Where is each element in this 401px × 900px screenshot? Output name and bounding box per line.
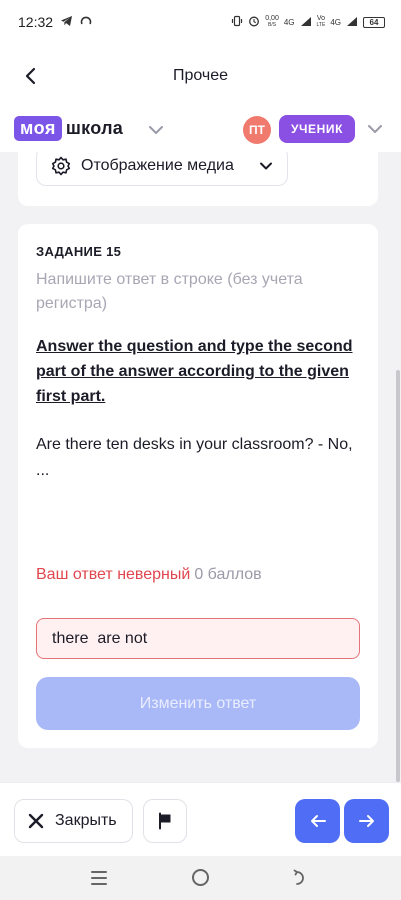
system-navigation-bar xyxy=(0,856,401,900)
gear-icon xyxy=(51,156,71,176)
media-card: Отображение медиа xyxy=(18,152,378,206)
loading-arc-icon xyxy=(80,14,92,30)
back-button[interactable] xyxy=(18,64,42,88)
chevron-down-icon xyxy=(260,162,272,170)
flag-icon xyxy=(159,812,171,830)
bottom-action-bar: Закрыть xyxy=(0,782,401,856)
flag-button[interactable] xyxy=(143,799,187,843)
next-task-button[interactable] xyxy=(344,799,389,843)
clock: 12:32 xyxy=(18,14,54,30)
app-logo[interactable]: моя школа xyxy=(14,116,123,141)
home-icon[interactable] xyxy=(192,869,209,886)
battery-icon: 64 xyxy=(363,16,385,28)
volte-label: Vo LTE xyxy=(316,15,326,28)
back-nav-icon[interactable] xyxy=(292,869,310,892)
avatar[interactable]: ПТ xyxy=(243,116,271,144)
result-points: 0 баллов xyxy=(194,566,262,583)
signal-label-2: 4G xyxy=(330,17,341,27)
signal-bars-icon xyxy=(300,16,312,29)
signal-label-1: 4G xyxy=(283,17,295,27)
task-card: ЗАДАНИЕ 15 Напишите ответ в строке (без … xyxy=(18,224,378,748)
top-app-bar: Прочее xyxy=(0,44,401,108)
scrollbar[interactable] xyxy=(396,370,400,782)
task-hint: Напишите ответ в строке (без учета регис… xyxy=(36,271,303,312)
arrow-right-icon xyxy=(358,815,374,827)
alarm-icon xyxy=(248,15,260,29)
content-scroll-area[interactable]: Отображение медиа ЗАДАНИЕ 15 Напишите от… xyxy=(0,152,401,782)
logo-box: моя xyxy=(14,116,62,141)
result-wrong-text: Ваш ответ неверный xyxy=(36,566,191,583)
chevron-down-icon[interactable] xyxy=(148,122,164,140)
role-badge[interactable]: УЧЕНИК xyxy=(279,115,355,143)
chevron-left-icon xyxy=(25,67,36,85)
media-display-label: Отображение медиа xyxy=(81,157,234,174)
signal-bars-icon xyxy=(346,16,358,29)
task-question: Are there ten desks in your classroom? -… xyxy=(36,436,353,479)
recent-apps-icon[interactable] xyxy=(90,870,108,891)
task-instruction: Answer the question and type the second … xyxy=(36,338,353,405)
vibrate-icon xyxy=(231,15,243,29)
network-speed: 0,00 B/S xyxy=(265,15,279,28)
logo-text: школа xyxy=(65,118,124,138)
change-answer-button[interactable]: Изменить ответ xyxy=(36,677,360,730)
task-number: ЗАДАНИЕ 15 xyxy=(36,244,122,259)
close-button-label: Закрыть xyxy=(55,812,117,829)
chevron-down-icon[interactable] xyxy=(367,121,383,139)
media-display-dropdown[interactable]: Отображение медиа xyxy=(36,152,288,186)
result-line: Ваш ответ неверный 0 баллов xyxy=(36,566,262,584)
close-button[interactable]: Закрыть xyxy=(14,799,133,843)
previous-task-button[interactable] xyxy=(295,799,340,843)
telegram-icon xyxy=(60,14,73,30)
close-icon xyxy=(28,813,44,829)
arrow-left-icon xyxy=(310,815,326,827)
answer-field[interactable]: there are not xyxy=(36,618,360,659)
status-bar: 12:32 0,00 B/S 4G Vo LTE 4G 64 xyxy=(0,0,401,44)
page-title: Прочее xyxy=(172,67,229,84)
